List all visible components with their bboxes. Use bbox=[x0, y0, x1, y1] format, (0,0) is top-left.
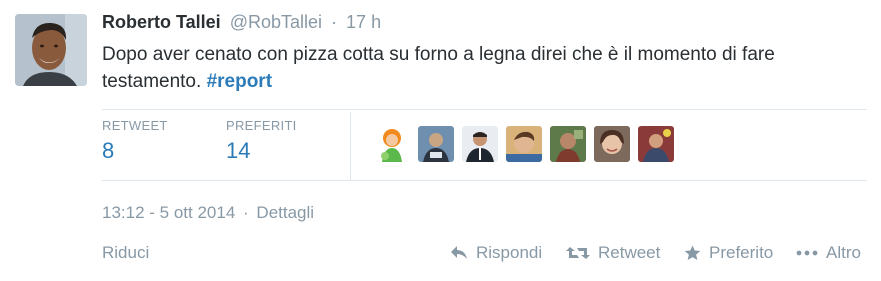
favorite-label: Preferito bbox=[709, 243, 774, 262]
favorites-count[interactable]: 14 bbox=[226, 138, 297, 164]
author-username[interactable]: @RobTallei bbox=[230, 12, 322, 32]
favoriter-avatar[interactable] bbox=[550, 126, 586, 162]
hashtag-link[interactable]: #report bbox=[207, 71, 272, 92]
divider-bottom bbox=[102, 180, 867, 181]
star-icon bbox=[684, 245, 701, 260]
favoriter-avatar[interactable] bbox=[638, 126, 674, 162]
reply-icon bbox=[451, 246, 467, 259]
collapse-link[interactable]: Riduci bbox=[102, 243, 149, 263]
retweet-stat[interactable]: RETWEET 8 bbox=[102, 118, 168, 164]
favorites-stat-label: PREFERITI bbox=[226, 118, 297, 133]
meta-separator: · bbox=[243, 203, 249, 222]
retweet-stat-label: RETWEET bbox=[102, 118, 168, 133]
tweet-card: Roberto Tallei @RobTallei · 17 h Dopo av… bbox=[0, 0, 881, 281]
reply-label: Rispondi bbox=[476, 243, 543, 262]
reply-button[interactable]: Rispondi bbox=[450, 243, 542, 263]
retweet-button[interactable]: Retweet bbox=[566, 243, 660, 263]
tweet-body: Dopo aver cenato con pizza cotta su forn… bbox=[102, 44, 775, 92]
tweet-text: Dopo aver cenato con pizza cotta su forn… bbox=[102, 41, 872, 95]
retweet-icon bbox=[566, 247, 590, 259]
favoriter-avatar[interactable] bbox=[374, 126, 410, 162]
divider-top bbox=[102, 109, 867, 110]
stats-separator bbox=[350, 112, 351, 180]
favoriter-avatar[interactable] bbox=[418, 126, 454, 162]
tweet-time[interactable]: 17 h bbox=[346, 12, 381, 32]
retweet-action-label: Retweet bbox=[598, 243, 661, 262]
favorites-stat[interactable]: PREFERITI 14 bbox=[226, 118, 297, 164]
author-fullname[interactable]: Roberto Tallei bbox=[102, 12, 221, 32]
retweet-count[interactable]: 8 bbox=[102, 138, 168, 164]
favorite-button[interactable]: Preferito bbox=[684, 243, 773, 263]
tweet-timestamp[interactable]: 13:12 - 5 ott 2014 bbox=[102, 203, 235, 222]
tweet-header: Roberto Tallei @RobTallei · 17 h bbox=[102, 12, 381, 33]
more-label: Altro bbox=[826, 243, 861, 262]
more-dots-icon bbox=[796, 250, 818, 256]
header-separator: · bbox=[331, 12, 338, 32]
tweet-actions: Riduci Rispondi Retweet Preferito Altro bbox=[102, 243, 867, 265]
avatar[interactable] bbox=[15, 14, 87, 86]
details-link[interactable]: Dettagli bbox=[256, 203, 314, 222]
favoriter-avatar[interactable] bbox=[594, 126, 630, 162]
tweet-meta: 13:12 - 5 ott 2014 · Dettagli bbox=[102, 203, 314, 223]
favoriter-avatar[interactable] bbox=[462, 126, 498, 162]
favoriter-avatar[interactable] bbox=[506, 126, 542, 162]
more-button[interactable]: Altro bbox=[796, 243, 861, 263]
tweet-stats: RETWEET 8 PREFERITI 14 bbox=[102, 112, 872, 180]
